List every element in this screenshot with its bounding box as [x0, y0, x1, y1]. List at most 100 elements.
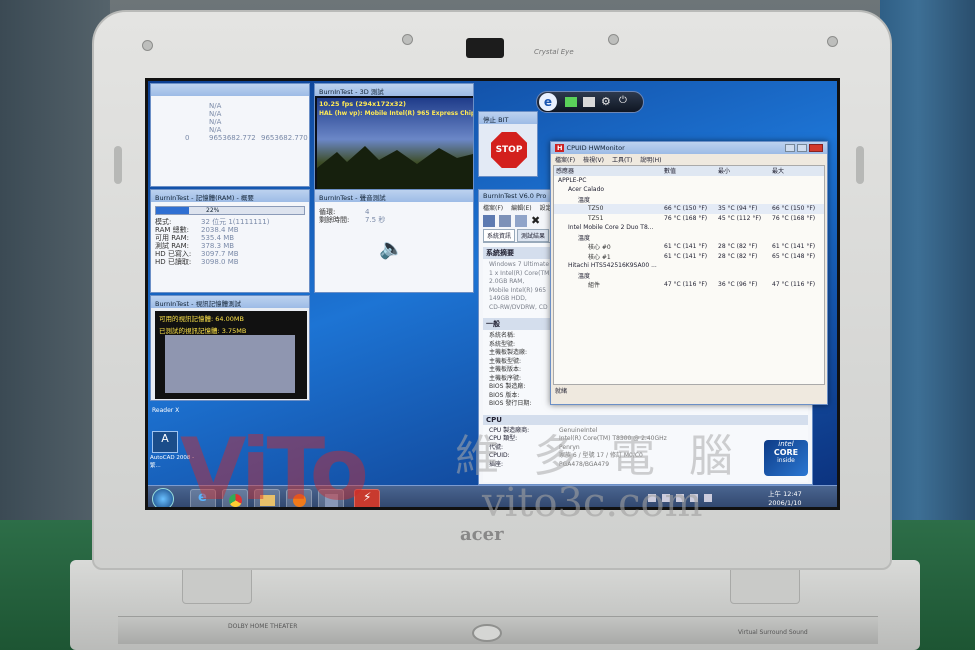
- save-icon[interactable]: [483, 215, 495, 227]
- hwmonitor-col-header[interactable]: 數值: [662, 166, 716, 176]
- sensor-min: [716, 195, 770, 205]
- ram-row: HD 已讀取: 3098.0 MB: [151, 258, 309, 266]
- sensor-name: 溫度: [554, 271, 662, 281]
- sensor-label: 組件: [588, 282, 601, 290]
- bit-menu-item[interactable]: 編輯(E): [511, 203, 531, 212]
- sensor-val: 47 °C (116 °F): [664, 281, 708, 289]
- hwmonitor-row[interactable]: Acer Calado: [554, 185, 824, 195]
- video-mem-tested: 已測試的視訊記憶體: 3.75MB: [159, 327, 247, 335]
- hwmonitor-row[interactable]: 核心 #1 61 °C (141 °F) 28 °C (82 °F) 65 °C (1…: [554, 252, 824, 262]
- hwmonitor-row[interactable]: 溫度: [554, 271, 824, 281]
- hwmonitor-menu-item[interactable]: 檔案(F): [555, 155, 575, 164]
- sound-key: 循環:: [319, 208, 336, 216]
- bit-tab[interactable]: 測試結果: [517, 229, 550, 242]
- sensor-min: [716, 233, 770, 243]
- sensor-val: 66 °C (150 °F): [664, 205, 708, 213]
- ram-rows: 模式: 32 位元 1(1111111) RAM 總數: 2038.4 MB 可用 RA…: [151, 218, 309, 266]
- hwmonitor-row[interactable]: 溫度: [554, 233, 824, 243]
- gear-icon[interactable]: ⚙: [601, 95, 611, 108]
- stats-v3: [261, 110, 291, 118]
- config-icon[interactable]: [515, 215, 527, 227]
- window-close-button[interactable]: [809, 144, 823, 152]
- intel-line1: CORE: [773, 448, 799, 457]
- ram-value: 32 位元 1(1111111): [201, 218, 270, 226]
- ram-key: 測試 RAM:: [155, 242, 189, 250]
- hwmonitor-row[interactable]: TZ50 66 °C (150 °F) 35 °C (94 °F) 66 °C (15…: [554, 204, 824, 214]
- hwmonitor-row[interactable]: APPLE-PC: [554, 176, 824, 186]
- acer-logo: acer: [460, 524, 504, 545]
- hwmonitor-row[interactable]: Intel Mobile Core 2 Duo T8...: [554, 223, 824, 233]
- ram-key: HD 已寫入:: [155, 250, 192, 258]
- stats-v3: [261, 118, 291, 126]
- maximize-button[interactable]: [797, 144, 807, 152]
- window-title: BurnInTest - 聲音測試: [315, 190, 473, 202]
- sensor-label: 溫度: [578, 272, 591, 280]
- sensor-label: 核心 #1: [588, 253, 611, 261]
- window-title: 停止 BIT: [479, 112, 537, 124]
- power-button[interactable]: [472, 624, 502, 642]
- hwmonitor-menu-item[interactable]: 說明(H): [640, 155, 661, 164]
- sensor-name: APPLE-PC: [554, 176, 662, 186]
- empowering-icon[interactable]: e: [539, 93, 557, 111]
- ram-key: HD 已讀取:: [155, 258, 192, 266]
- hwmonitor-col-header[interactable]: 最小: [716, 166, 770, 176]
- video-mem-available: 可用的視訊記憶體: 64.00MB: [159, 315, 244, 323]
- taskbar-clock[interactable]: 上午 12:47 2006/1/10: [768, 490, 802, 507]
- copy-icon[interactable]: [499, 215, 511, 227]
- hwmonitor-row[interactable]: Hitachi HTS542516K9SA00 ...: [554, 261, 824, 271]
- hwmonitor-row[interactable]: TZ51 76 °C (168 °F) 45 °C (112 °F) 76 °C (1…: [554, 214, 824, 224]
- hwmonitor-row[interactable]: 組件 47 °C (116 °F) 36 °C (96 °F) 47 °C (116 …: [554, 280, 824, 290]
- sensor-min: 28 °C (82 °F): [718, 252, 758, 260]
- sensor-name: 核心 #0: [554, 242, 662, 252]
- webcam: [466, 38, 504, 58]
- stop-button[interactable]: STOP: [491, 132, 527, 168]
- start-button[interactable]: [152, 488, 174, 507]
- ram-row: RAM 總數: 2038.4 MB: [151, 226, 309, 234]
- hwmonitor-row[interactable]: 核心 #0 61 °C (141 °F) 28 °C (82 °F) 61 °C (1…: [554, 242, 824, 252]
- sound-value: 7.5 秒: [365, 216, 386, 224]
- ram-progress-fill: [156, 207, 189, 214]
- ram-value: 3097.7 MB: [201, 250, 239, 258]
- sound-row: 剩餘時間: 7.5 秒: [315, 216, 473, 224]
- sensor-val: [662, 223, 716, 233]
- sensor-max: [770, 233, 824, 243]
- autocad-icon[interactable]: A: [152, 431, 178, 453]
- window-title: BurnInTest - 3D 測試: [315, 84, 473, 96]
- sound-value: 4: [365, 208, 370, 216]
- bit-ram-window: BurnInTest - 記憶體(RAM) - 概要 22% 模式: 32 位元 …: [150, 189, 310, 293]
- hwmonitor-row[interactable]: 溫度: [554, 195, 824, 205]
- hwmonitor-menu-item[interactable]: 檢視(V): [583, 155, 604, 164]
- display-icon[interactable]: [583, 97, 595, 107]
- hwmonitor-col-header[interactable]: 感應器: [554, 166, 662, 176]
- ram-progress-label: 22%: [206, 207, 220, 214]
- sensor-label: Acer Calado: [568, 186, 605, 194]
- bit-stats-window: N/A N/A N/A N/A 0 9653682.772 9653682.770: [150, 83, 310, 187]
- bit-menu-item[interactable]: 檔案(F): [483, 203, 503, 212]
- hwmonitor-titlebar: H CPUID HWMonitor: [551, 142, 827, 154]
- video-mem-test-area: [165, 335, 295, 393]
- stop-bit-panel: 停止 BIT STOP: [478, 111, 538, 177]
- intel-core2-badge: intel CORE inside: [764, 440, 808, 476]
- battery-icon[interactable]: [565, 97, 577, 107]
- sensor-label: TZ51: [588, 214, 604, 222]
- stats-row: N/A: [151, 110, 309, 118]
- close-icon[interactable]: ✖: [531, 215, 543, 227]
- sensor-max: [770, 261, 824, 271]
- tray-flag-icon[interactable]: [704, 494, 712, 502]
- sensor-label: Hitachi HTS542516K9SA00 ...: [568, 262, 657, 270]
- sensor-name: TZ50: [554, 204, 662, 214]
- power-icon[interactable]: ⏻: [619, 95, 627, 106]
- bit-tab[interactable]: 系統資訊: [483, 229, 516, 242]
- sensor-max: [770, 223, 824, 233]
- clock-time: 上午 12:47: [768, 490, 802, 498]
- hwmonitor-col-header[interactable]: 最大: [770, 166, 824, 176]
- sound-key: 剩餘時間:: [319, 216, 350, 224]
- stats-v1: [185, 126, 205, 134]
- sensor-min: 28 °C (82 °F): [718, 243, 758, 251]
- sensor-label: TZ50: [588, 205, 604, 213]
- hal-readout: HAL (hw vp): Mobile Intel(R) 965 Express…: [319, 110, 473, 117]
- sensor-max: [770, 185, 824, 195]
- minimize-button[interactable]: [785, 144, 795, 152]
- hwmonitor-menu-item[interactable]: 工具(T): [612, 155, 632, 164]
- bit-video-mem-window: BurnInTest - 視訊記憶體測試 可用的視訊記憶體: 64.00MB 已…: [150, 295, 310, 401]
